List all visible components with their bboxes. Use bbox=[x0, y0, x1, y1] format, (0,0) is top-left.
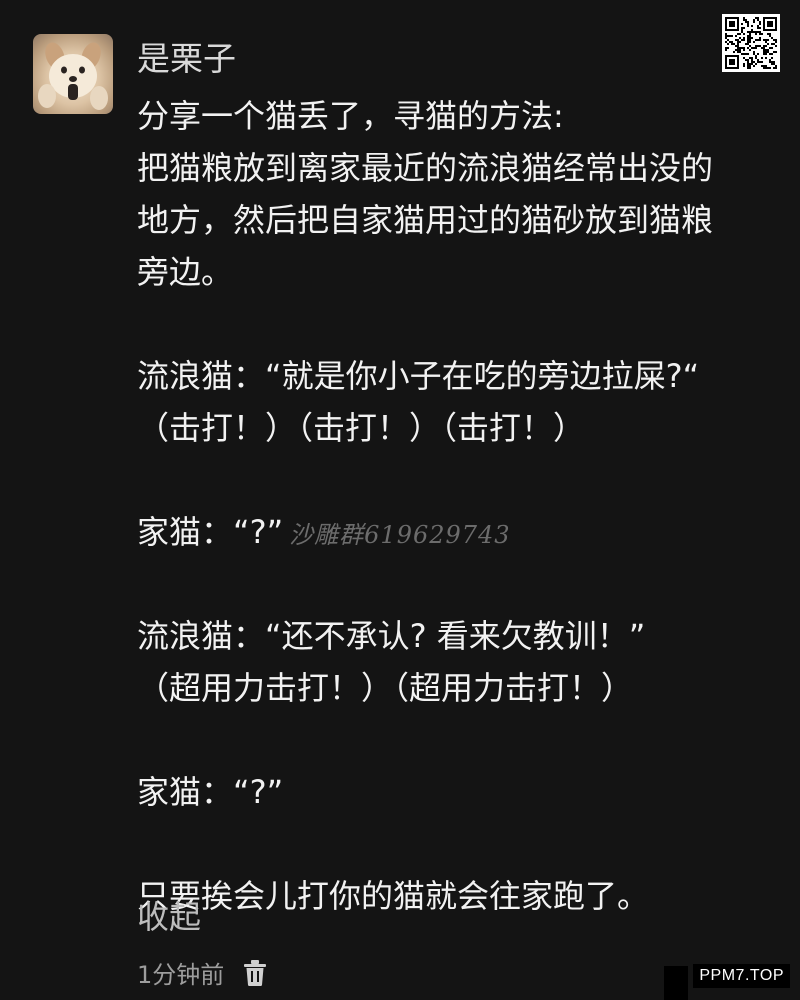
post-text: 流浪猫：“还不承认? 看来欠教训！” bbox=[137, 617, 646, 655]
post-text-line: 旁边。 bbox=[137, 246, 767, 298]
post-text-line: 流浪猫：“就是你小子在吃的旁边拉屎?“ bbox=[137, 350, 767, 402]
dog-avatar-icon bbox=[38, 42, 108, 110]
post-text-line: （超用力击打！）（超用力击打！） bbox=[137, 662, 767, 714]
post-text: （击打！）（击打！）（击打！） bbox=[137, 409, 586, 447]
username[interactable]: 是栗子 bbox=[137, 38, 236, 80]
post-text: 地方，然后把自家猫用过的猫砂放到猫粮 bbox=[137, 201, 714, 239]
group-watermark: 沙雕群619629743 bbox=[289, 521, 511, 549]
qr-code-icon bbox=[722, 14, 780, 72]
post-text-line: 只要挨会儿打你的猫就会往家跑了。 bbox=[137, 870, 767, 922]
comment-post: 是栗子 分享一个猫丢了，寻猫的方法: 把猫粮放到离家最近的流浪猫经常出没的 地方，然… bbox=[0, 0, 800, 1000]
post-text: 流浪猫：“就是你小子在吃的旁边拉屎?“ bbox=[137, 357, 700, 395]
post-text-line: 家猫：“?” 沙雕群619629743 bbox=[137, 506, 767, 558]
post-text-line: 流浪猫：“还不承认? 看来欠教训！” bbox=[137, 610, 767, 662]
post-text: 把猫粮放到离家最近的流浪猫经常出没的 bbox=[137, 149, 714, 187]
trash-icon[interactable] bbox=[242, 959, 268, 987]
post-text-line: 分享一个猫丢了，寻猫的方法: bbox=[137, 90, 767, 142]
user-avatar[interactable] bbox=[33, 34, 113, 114]
post-text: 只要挨会儿打你的猫就会往家跑了。 bbox=[137, 877, 650, 915]
post-text-line: 把猫粮放到离家最近的流浪猫经常出没的 bbox=[137, 142, 767, 194]
post-text-line: （击打！）（击打！）（击打！） bbox=[137, 402, 767, 454]
post-text: （超用力击打！）（超用力击打！） bbox=[137, 669, 634, 707]
post-text-line: 地方，然后把自家猫用过的猫砂放到猫粮 bbox=[137, 194, 767, 246]
post-content: 分享一个猫丢了，寻猫的方法: 把猫粮放到离家最近的流浪猫经常出没的 地方，然后把自家… bbox=[137, 90, 767, 922]
dark-overlay-block bbox=[664, 966, 688, 1000]
post-text: 旁边。 bbox=[137, 253, 234, 291]
post-text: 分享一个猫丢了，寻猫的方法: bbox=[137, 97, 564, 135]
post-text: 家猫：“?” bbox=[137, 513, 284, 551]
timestamp: 1分钟前 bbox=[137, 961, 225, 989]
site-watermark: PPM7.TOP bbox=[693, 964, 790, 988]
post-text-line: 家猫：“?” bbox=[137, 766, 767, 818]
post-meta: 1分钟前 bbox=[137, 955, 268, 990]
collapse-button[interactable]: 收起 bbox=[137, 893, 201, 941]
post-text: 家猫：“?” bbox=[137, 773, 284, 811]
